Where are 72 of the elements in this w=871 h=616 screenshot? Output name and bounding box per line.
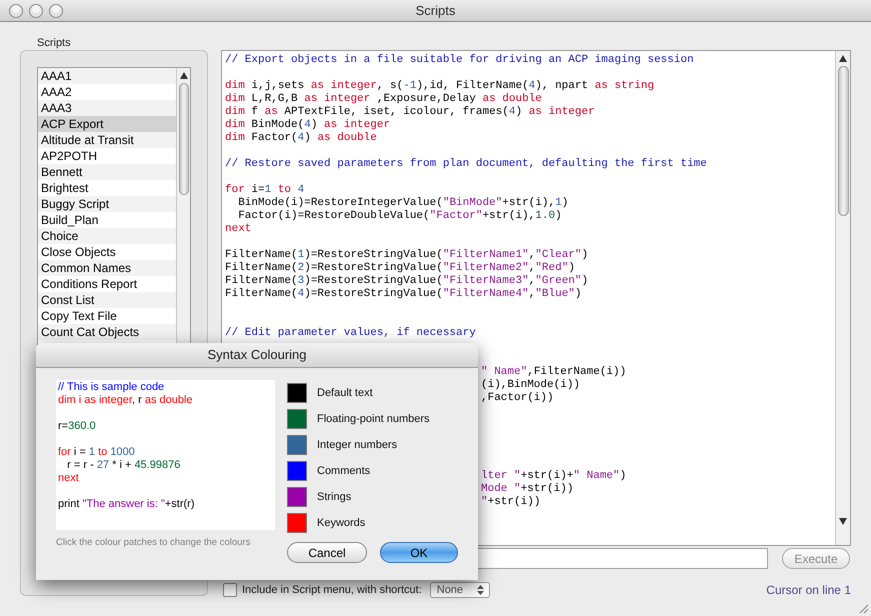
code-line: FilterName(2)=RestoreStringValue("FilterName2","Red") bbox=[225, 262, 575, 275]
colour-label: Floating-point numbers bbox=[317, 412, 430, 427]
status-text: Cursor on line 1 bbox=[766, 582, 851, 599]
code-line: FilterName(3)=RestoreStringValue("FilterName3","Green") bbox=[225, 275, 588, 288]
code-line: dim L,R,G,B as integer ,Exposure,Delay as double bbox=[225, 93, 542, 106]
script-item[interactable]: AAA3 bbox=[38, 100, 176, 116]
code-line: dim f as APTextFile, iset, icolour, frames(4) as integer bbox=[225, 106, 595, 119]
colour-swatch[interactable] bbox=[287, 383, 307, 403]
up-arrow-icon[interactable] bbox=[839, 55, 847, 62]
script-item[interactable]: Const List bbox=[38, 292, 176, 308]
code-line: ,Factor(i)) bbox=[481, 392, 554, 405]
script-item[interactable]: Bennett bbox=[38, 164, 176, 180]
sample-code-line: // This is sample code bbox=[58, 381, 164, 394]
colour-label: Default text bbox=[317, 386, 373, 401]
stepper-icon bbox=[476, 585, 484, 595]
sample-code-line: r=360.0 bbox=[58, 420, 96, 433]
window-title: Scripts bbox=[416, 2, 456, 20]
sample-code-line: for i = 1 to 1000 bbox=[58, 446, 135, 459]
up-arrow-icon[interactable] bbox=[180, 72, 188, 79]
scrollbar[interactable] bbox=[835, 51, 850, 545]
code-line: dim BinMode(4) as integer bbox=[225, 119, 390, 132]
script-item[interactable]: Altitude at Transit bbox=[38, 132, 176, 148]
hint-text: Click the colour patches to change the colours bbox=[56, 536, 250, 550]
window-control-icon[interactable] bbox=[29, 4, 43, 18]
code-line: // Edit parameter values, if necessary bbox=[225, 327, 476, 340]
code-line: next bbox=[225, 223, 252, 236]
code-line: " Name",FilterName(i)) bbox=[481, 366, 626, 379]
include-label: Include in Script menu, with shortcut: bbox=[242, 582, 422, 598]
colour-label: Strings bbox=[317, 490, 352, 505]
shortcut-select[interactable]: None bbox=[430, 582, 490, 598]
script-item[interactable]: Choice bbox=[38, 228, 176, 244]
colour-swatch[interactable] bbox=[287, 461, 307, 481]
include-checkbox[interactable] bbox=[223, 583, 237, 597]
window-control-icon[interactable] bbox=[9, 4, 23, 18]
colour-swatch[interactable] bbox=[287, 409, 307, 429]
dialog-title: Syntax Colouring bbox=[208, 346, 306, 364]
code-line: dim i,j,sets as integer, s(-1),id, FilterName(4), npart as string bbox=[225, 80, 654, 93]
down-arrow-icon[interactable] bbox=[839, 518, 847, 525]
code-line: BinMode(i)=RestoreIntegerValue("BinMode"+str(i),1) bbox=[237, 197, 568, 210]
group-label: Scripts bbox=[37, 36, 71, 50]
code-line: FilterName(4)=RestoreStringValue("FilterName4","Blue") bbox=[225, 288, 582, 301]
script-item[interactable]: Common Names bbox=[38, 260, 176, 276]
code-line: // Export objects in a file suitable for driving an ACP imaging session bbox=[225, 54, 694, 67]
code-line: lter "+str(i)+" Name") bbox=[481, 470, 626, 483]
script-item[interactable]: AAA1 bbox=[38, 68, 176, 84]
colour-swatch[interactable] bbox=[287, 435, 307, 455]
scroll-thumb[interactable] bbox=[838, 66, 848, 216]
resize-grip-icon[interactable] bbox=[857, 602, 869, 614]
scroll-thumb[interactable] bbox=[178, 83, 188, 195]
colour-label: Keywords bbox=[317, 516, 366, 531]
code-line: FilterName(1)=RestoreStringValue("FilterName1","Clear") bbox=[225, 249, 588, 262]
sample-code-line: next bbox=[58, 472, 79, 485]
colour-label: Integer numbers bbox=[317, 438, 398, 453]
code-line: for i=1 to 4 bbox=[225, 184, 304, 197]
sample-code-line: print "The answer is: "+str(r) bbox=[58, 498, 195, 511]
code-line: // Restore saved parameters from plan document, defaulting the first time bbox=[225, 158, 707, 171]
script-item[interactable]: Buggy Script bbox=[38, 196, 176, 212]
code-line: dim Factor(4) as double bbox=[225, 132, 377, 145]
code-line: (i),BinMode(i)) bbox=[481, 379, 580, 392]
sample-code-line: r = r - 27 * i + 45.99876 bbox=[66, 459, 180, 472]
ok-button[interactable]: OK bbox=[380, 542, 458, 563]
script-item[interactable]: Count Cat Objects bbox=[38, 324, 176, 340]
script-item[interactable]: ACP Export bbox=[38, 116, 176, 132]
colour-swatch[interactable] bbox=[287, 487, 307, 507]
code-line: Mode "+str(i)) bbox=[481, 483, 574, 496]
colour-swatch[interactable] bbox=[287, 513, 307, 533]
window-control-icon[interactable] bbox=[49, 4, 63, 18]
colour-label: Comments bbox=[317, 464, 370, 479]
code-line: Factor(i)=RestoreDoubleValue("Factor"+str(i),1.0) bbox=[237, 210, 562, 223]
cancel-button[interactable]: Cancel bbox=[287, 542, 367, 563]
code-line: "+str(i)) bbox=[481, 496, 540, 509]
sample-code-line: dim i as integer, r as double bbox=[58, 394, 193, 407]
